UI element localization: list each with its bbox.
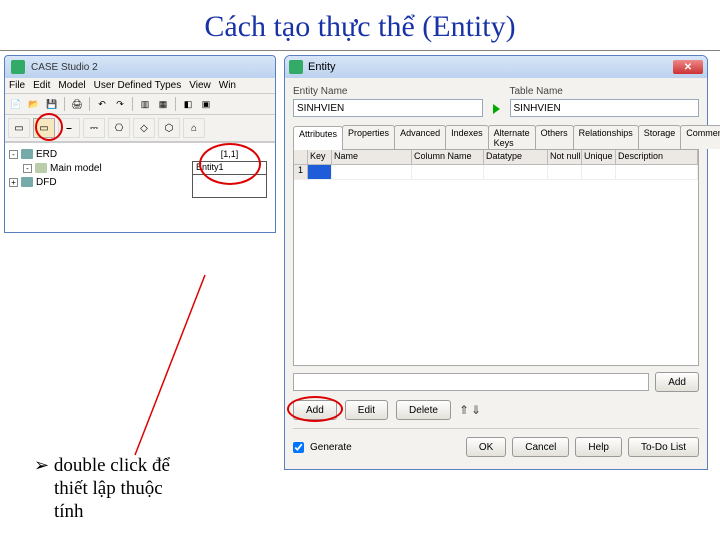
help-button[interactable]: Help (575, 437, 622, 457)
tree-panel: - ERD - Main model + DFD [1,1] Entity1 (5, 142, 275, 232)
menu-udt[interactable]: User Defined Types (94, 80, 182, 91)
attributes-grid[interactable]: Key Name Column Name Datatype Not null U… (293, 150, 699, 366)
tool-icon-1[interactable]: ▥ (137, 96, 153, 112)
entity-name-label: Entity Name (293, 86, 483, 97)
leader-line (130, 265, 220, 465)
entity-dialog: Entity ✕ Entity Name Table Name (284, 55, 708, 470)
tool-icon-e[interactable]: ⌂ (183, 118, 205, 138)
table-name-label: Table Name (510, 86, 700, 97)
generate-label: Generate (310, 442, 352, 453)
relation-tool-icon[interactable]: ⎯ (58, 118, 80, 138)
tool-icon-4[interactable]: ▣ (198, 96, 214, 112)
col-name[interactable]: Name (332, 150, 412, 164)
col-desc[interactable]: Description (616, 150, 698, 164)
app-title: CASE Studio 2 (31, 62, 98, 73)
grid-row[interactable]: 1 (294, 165, 698, 180)
tab-indexes[interactable]: Indexes (445, 125, 489, 149)
delete-button[interactable]: Delete (396, 400, 451, 420)
bullet-line-1: double click để (54, 455, 170, 476)
ok-button[interactable]: OK (466, 437, 506, 457)
toolbar-main: 📄 📂 💾 🖨 ↶ ↷ ▥ ▦ ◧ ▣ (5, 94, 275, 115)
print-icon[interactable]: 🖨 (69, 96, 85, 112)
save-icon[interactable]: 💾 (44, 96, 60, 112)
entity-name-input[interactable] (293, 99, 483, 117)
pointer-icon[interactable]: ▭ (8, 118, 30, 138)
col-unique[interactable]: Unique (582, 150, 616, 164)
multiplicity-label: [1,1] (192, 149, 267, 159)
case-studio-window: CASE Studio 2 File Edit Model User Defin… (4, 55, 276, 233)
entity-header: Entity1 (193, 162, 266, 175)
tab-advanced[interactable]: Advanced (394, 125, 446, 149)
bullet-line-2: thiết lập thuộc (54, 478, 163, 499)
quick-add-input[interactable] (293, 373, 649, 391)
edit-button[interactable]: Edit (345, 400, 388, 420)
folder-icon (21, 149, 33, 159)
menu-file[interactable]: File (9, 80, 25, 91)
tab-relationships[interactable]: Relationships (573, 125, 639, 149)
menubar: File Edit Model User Defined Types View … (5, 78, 275, 94)
col-notnull[interactable]: Not null (548, 150, 582, 164)
move-up-down[interactable]: ⇑⇓ (459, 403, 481, 417)
redo-icon[interactable]: ↷ (112, 96, 128, 112)
cancel-button[interactable]: Cancel (512, 437, 569, 457)
menu-model[interactable]: Model (58, 80, 85, 91)
quick-add-button[interactable]: Add (655, 372, 699, 392)
tab-storage[interactable]: Storage (638, 125, 682, 149)
app-titlebar: CASE Studio 2 (5, 56, 275, 78)
sync-arrow-icon[interactable] (493, 104, 500, 114)
table-name-input[interactable] (510, 99, 700, 117)
bullet-arrow-icon: ➢ (34, 455, 49, 475)
tab-properties[interactable]: Properties (342, 125, 395, 149)
tab-altkeys[interactable]: Alternate Keys (488, 125, 536, 149)
tab-strip: Attributes Properties Advanced Indexes A… (293, 125, 699, 150)
close-button[interactable]: ✕ (673, 60, 703, 74)
canvas-entity[interactable]: [1,1] Entity1 (192, 149, 267, 198)
tool-icon-d[interactable]: ⬡ (158, 118, 180, 138)
slide-title: Cách tạo thực thể (Entity) (0, 0, 720, 50)
folder-icon (21, 177, 33, 187)
dialog-titlebar: Entity ✕ (285, 56, 707, 78)
open-icon[interactable]: 📂 (26, 96, 42, 112)
menu-edit[interactable]: Edit (33, 80, 50, 91)
tab-others[interactable]: Others (535, 125, 574, 149)
undo-icon[interactable]: ↶ (94, 96, 110, 112)
entity-tool-icon[interactable]: ▭ (33, 118, 55, 138)
tree-label-erd: ERD (36, 149, 57, 160)
col-key[interactable]: Key (308, 150, 332, 164)
dialog-icon (289, 60, 303, 74)
tab-comments[interactable]: Comments (680, 125, 720, 149)
add-button[interactable]: Add (293, 400, 337, 420)
menu-view[interactable]: View (189, 80, 211, 91)
col-column[interactable]: Column Name (412, 150, 484, 164)
bullet-text: ➢ double click để thiết lập thuộc tính (34, 455, 244, 523)
generate-checkbox[interactable] (293, 442, 304, 453)
menu-win[interactable]: Win (219, 80, 236, 91)
tool-icon-b[interactable]: ⎔ (108, 118, 130, 138)
col-datatype[interactable]: Datatype (484, 150, 548, 164)
tool-icon-c[interactable]: ◇ (133, 118, 155, 138)
tool-icon-3[interactable]: ◧ (180, 96, 196, 112)
row-number: 1 (294, 165, 308, 179)
toolbar-shapes: ▭ ▭ ⎯ ⎓ ⎔ ◇ ⬡ ⌂ (5, 115, 275, 142)
tool-icon-a[interactable]: ⎓ (83, 118, 105, 138)
dialog-title: Entity (308, 61, 336, 73)
tree-label-main: Main model (50, 163, 102, 174)
tool-icon-2[interactable]: ▦ (155, 96, 171, 112)
todo-button[interactable]: To-Do List (628, 437, 699, 457)
tree-label-dfd: DFD (36, 177, 57, 188)
app-icon (11, 60, 25, 74)
tab-attributes[interactable]: Attributes (293, 126, 343, 150)
new-icon[interactable]: 📄 (8, 96, 24, 112)
bullet-line-3: tính (54, 501, 84, 522)
diagram-icon (35, 163, 47, 173)
